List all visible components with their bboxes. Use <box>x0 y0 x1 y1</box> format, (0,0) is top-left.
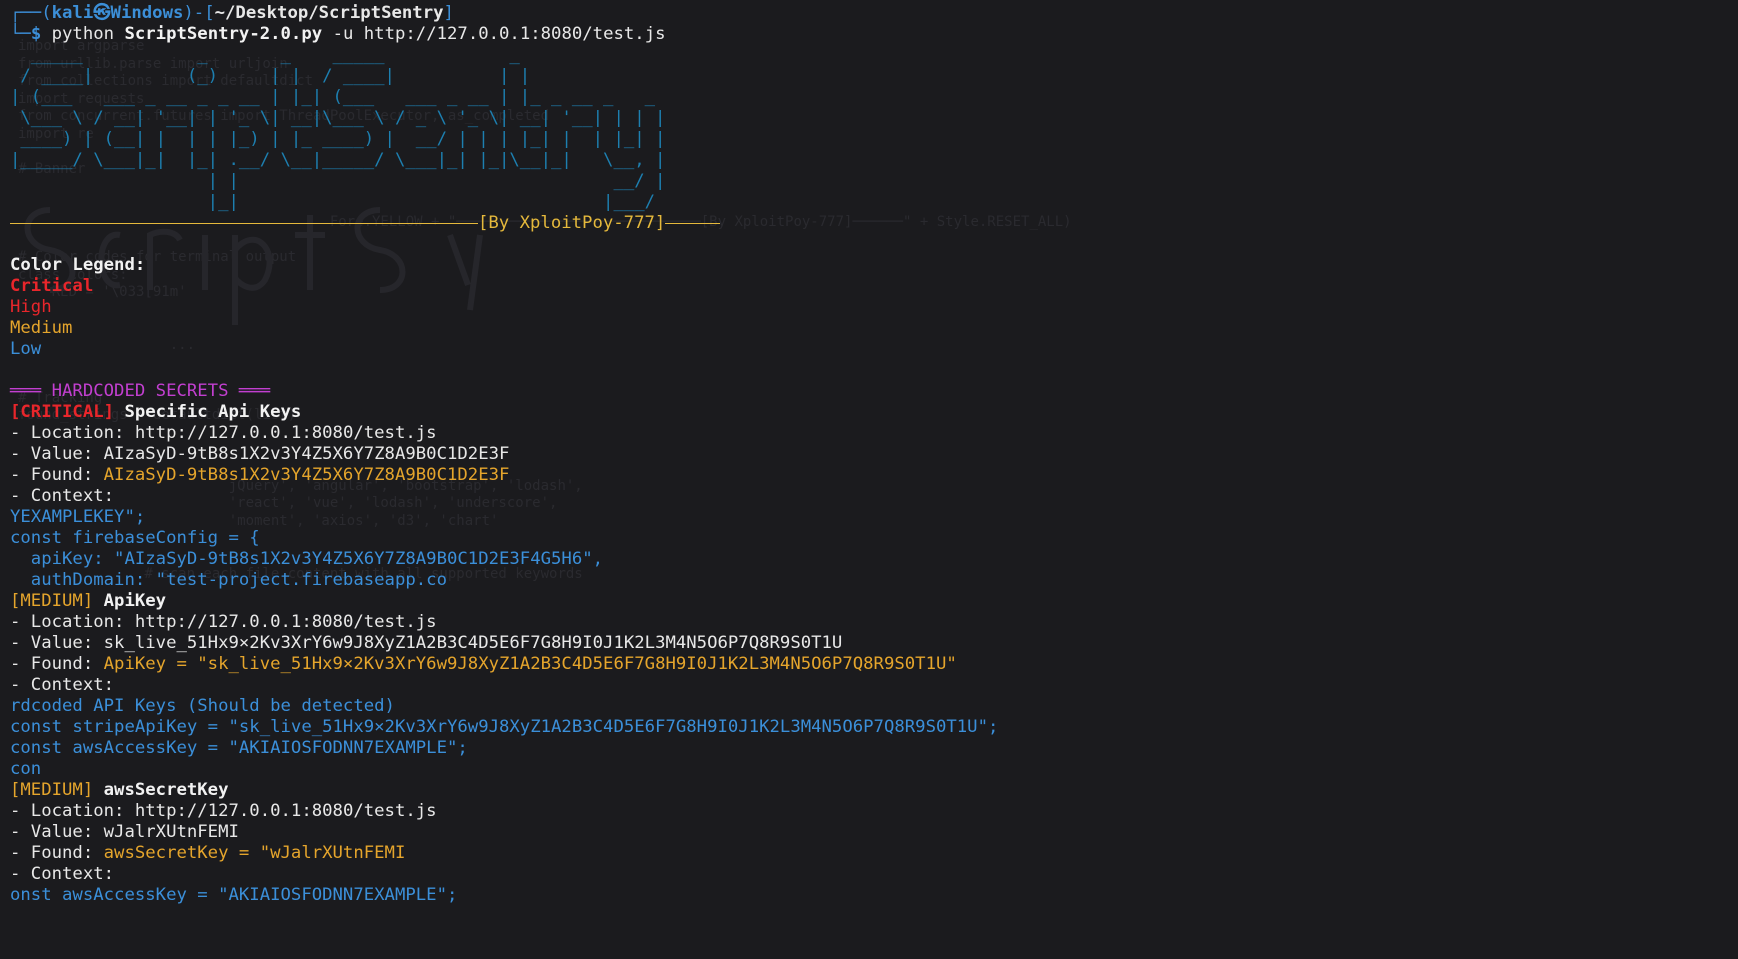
banner-credit: [By XploitPoy-777] <box>478 213 666 233</box>
finding-value: sk_live_51Hx9×2Kv3XrY6w9J8XyZ1A2B3C4D5E6… <box>103 633 843 653</box>
legend-critical: Critical <box>10 276 94 296</box>
section-title: ═══ HARDCODED SECRETS ═══ <box>10 381 271 401</box>
legend-medium: Medium <box>10 318 73 338</box>
prompt-path: ~/Desktop/ScriptSentry <box>214 3 444 23</box>
context-line: const awsAccessKey = "AKIAIOSFODNN7EXAMP… <box>10 738 468 758</box>
finding-name: awsSecretKey <box>103 780 229 800</box>
terminal-window[interactable]: import argparse from urllib.parse import… <box>0 0 1738 959</box>
context-line: onst awsAccessKey = "AKIAIOSFODNN7EXAMPL… <box>10 885 458 905</box>
finding-location: http://127.0.0.1:8080/test.js <box>134 612 437 632</box>
legend-high: High <box>10 297 52 317</box>
context-label: - Context: <box>10 675 115 695</box>
location-label: - Location: <box>10 801 125 821</box>
context-line: apiKey: "AIzaSyD-9tB8s1X2v3Y4Z5X6Y7Z8A9B… <box>10 549 604 569</box>
found-label: - Found: <box>10 843 94 863</box>
command-args: -u http://127.0.0.1:8080/test.js <box>332 24 666 44</box>
terminal-output: ┌──(kali㉿Windows)-[~/Desktop/ScriptSentr… <box>0 0 1738 906</box>
finding-entry: [CRITICAL] Specific Api Keys - Location:… <box>10 402 1738 591</box>
finding-location: http://127.0.0.1:8080/test.js <box>134 801 437 821</box>
severity-badge: [MEDIUM] <box>10 591 94 611</box>
finding-name: ApiKey <box>103 591 167 611</box>
value-label: - Value: <box>10 633 94 653</box>
finding-found: AIzaSyD-9tB8s1X2v3Y4Z5X6Y7Z8A9B0C1D2E3F <box>103 465 510 485</box>
severity-badge: [MEDIUM] <box>10 780 94 800</box>
prompt-separator: ㉿ <box>93 3 111 23</box>
context-line: authDomain: "test-project.firebaseapp.co <box>10 570 447 590</box>
context-line: const firebaseConfig = { <box>10 528 260 548</box>
value-label: - Value: <box>10 822 94 842</box>
context-label: - Context: <box>10 864 115 884</box>
prompt-line: ┌──(kali㉿Windows)-[~/Desktop/ScriptSentr… <box>10 3 454 23</box>
legend-low: Low <box>10 339 42 359</box>
finding-value: wJalrXUtnFEMI <box>103 822 239 842</box>
banner-credit-line: [By XploitPoy-777] <box>10 213 1738 234</box>
finding-entry: [MEDIUM] awsSecretKey - Location: http:/… <box>10 780 1738 906</box>
context-label: - Context: <box>10 486 115 506</box>
ascii-banner: _____ _ _ _____ _ / ____| (_) | | / ____… <box>10 45 666 212</box>
credit-rule-right <box>665 223 721 224</box>
severity-badge: [CRITICAL] <box>10 402 115 422</box>
legend-title: Color Legend: <box>10 255 146 275</box>
value-label: - Value: <box>10 444 94 464</box>
location-label: - Location: <box>10 612 125 632</box>
prompt-host: Windows <box>110 3 184 23</box>
finding-value: AIzaSyD-9tB8s1X2v3Y4Z5X6Y7Z8A9B0C1D2E3F <box>103 444 510 464</box>
finding-found: awsSecretKey = "wJalrXUtnFEMI <box>103 843 406 863</box>
found-label: - Found: <box>10 654 94 674</box>
credit-rule-left <box>10 223 478 224</box>
finding-location: http://127.0.0.1:8080/test.js <box>134 423 437 443</box>
found-label: - Found: <box>10 465 94 485</box>
prompt-symbol: $ <box>30 24 42 44</box>
location-label: - Location: <box>10 423 125 443</box>
finding-entry: [MEDIUM] ApiKey - Location: http://127.0… <box>10 591 1738 780</box>
prompt-user: kali <box>51 3 94 23</box>
command-python: python <box>51 24 115 44</box>
context-line: YEXAMPLEKEY"; <box>10 507 146 527</box>
context-line: con <box>10 759 42 779</box>
finding-found: ApiKey = "sk_live_51Hx9×2Kv3XrY6w9J8XyZ1… <box>103 654 957 674</box>
context-line: rdcoded API Keys (Should be detected) <box>10 696 395 716</box>
finding-name: Specific Api Keys <box>124 402 302 422</box>
command-script: ScriptSentry-2.0.py <box>124 24 323 44</box>
context-line: const stripeApiKey = "sk_live_51Hx9×2Kv3… <box>10 717 999 737</box>
command-line[interactable]: └─$ python ScriptSentry-2.0.py -u http:/… <box>10 24 1738 45</box>
